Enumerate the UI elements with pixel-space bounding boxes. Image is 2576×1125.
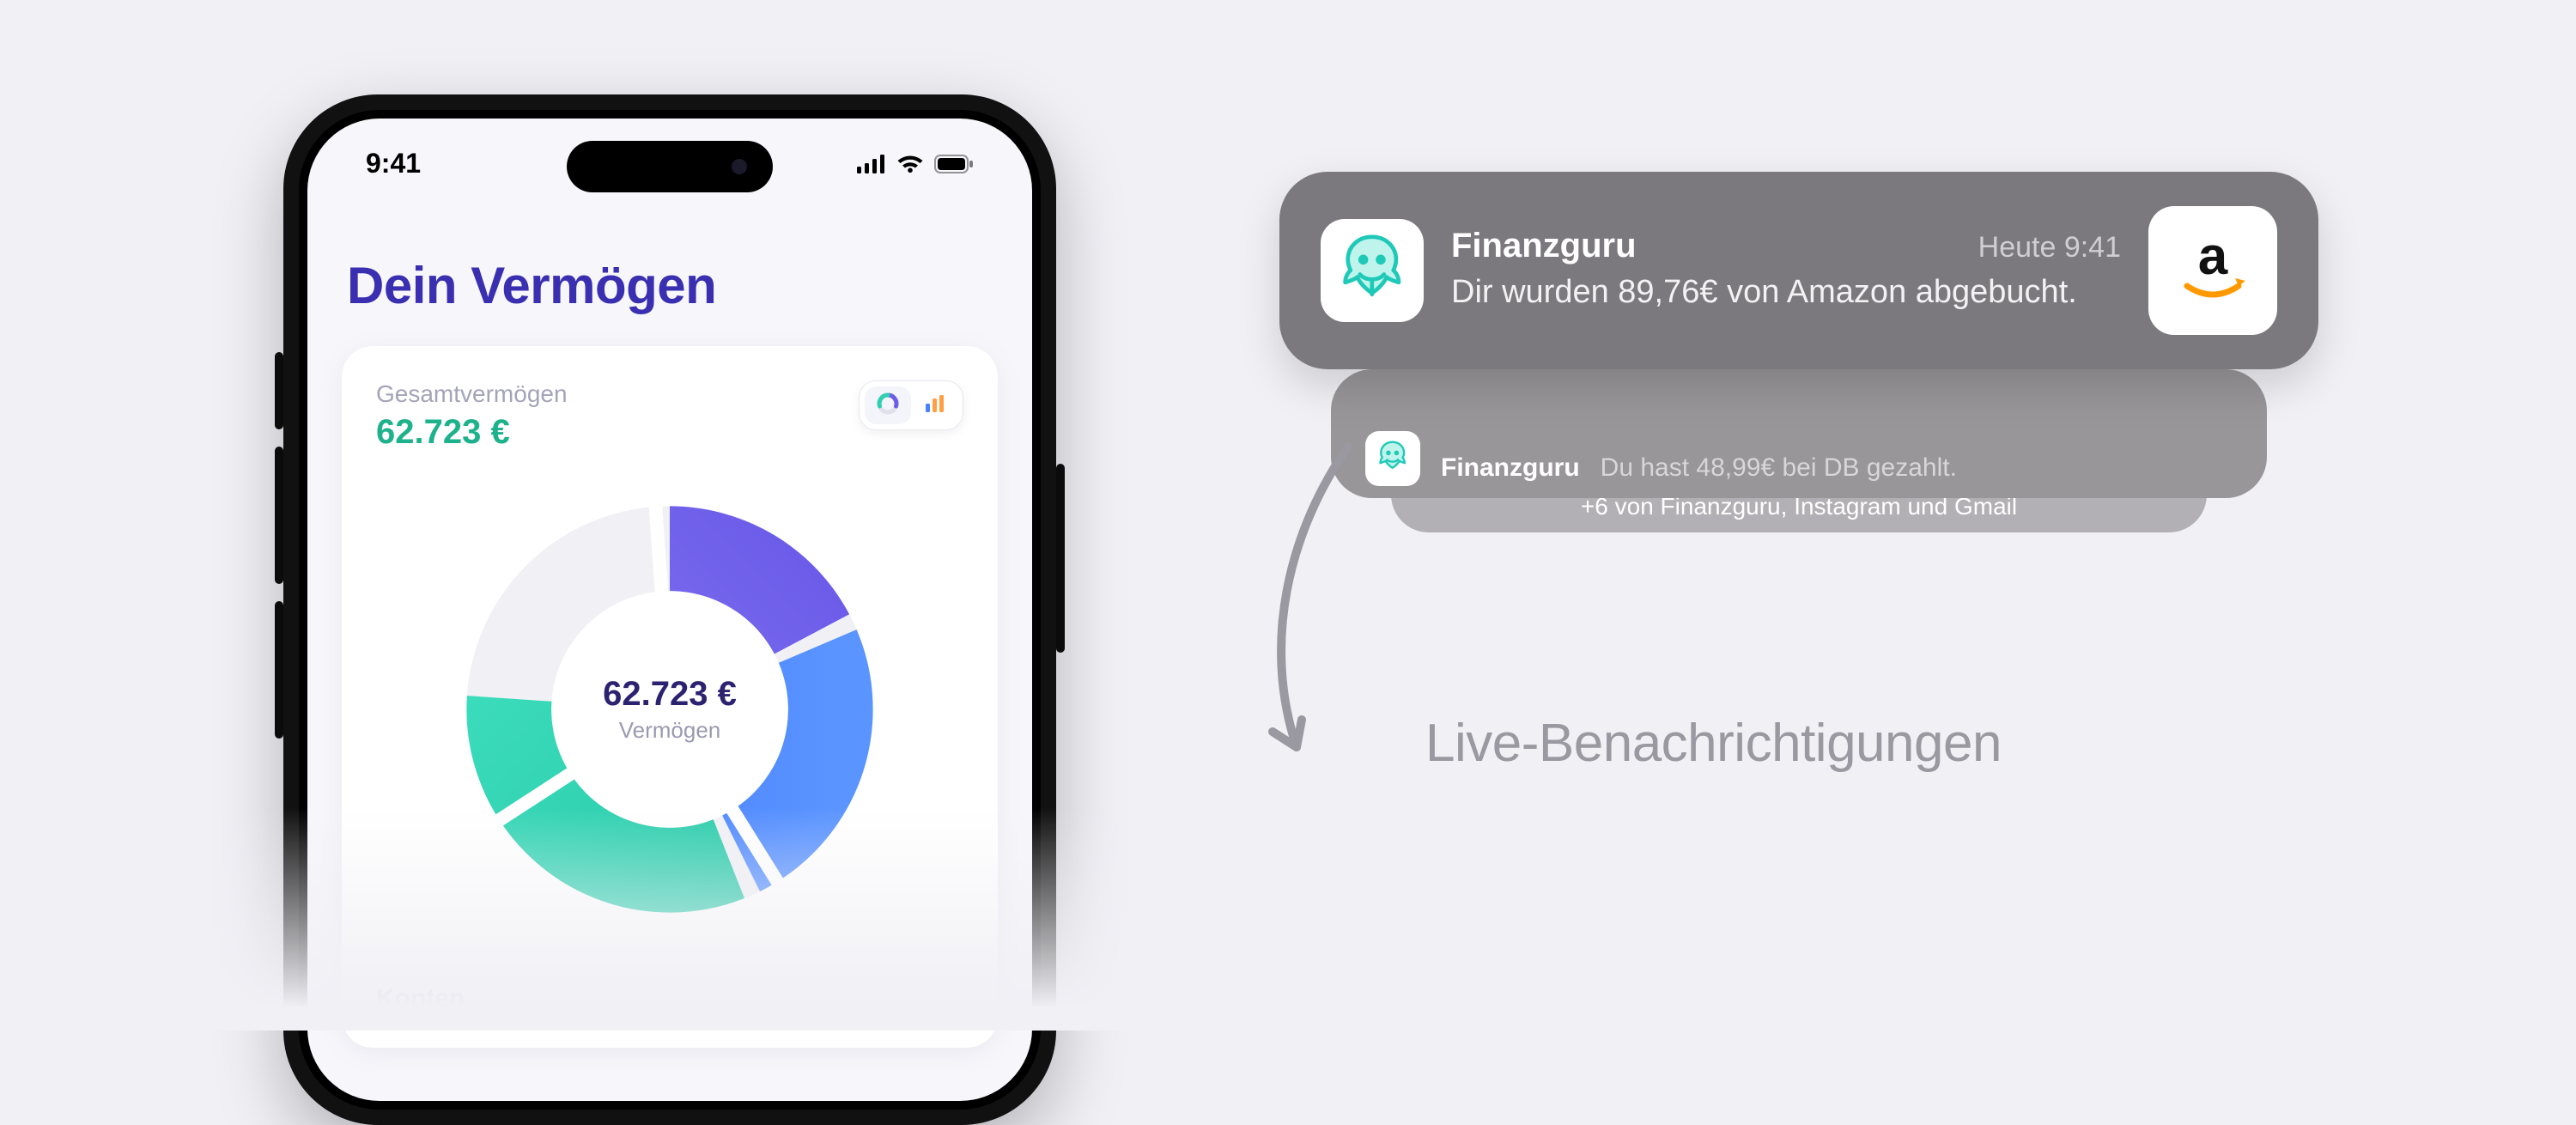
wealth-subtitle: Gesamtvermögen xyxy=(376,380,568,408)
phone-mockup: 9:41 Dein Vermögen xyxy=(283,94,1056,1125)
notification-thumbnail: a xyxy=(2148,206,2277,335)
chart-view-toggle xyxy=(859,380,963,430)
status-time: 9:41 xyxy=(366,148,421,179)
notification-secondary[interactable]: Finanzguru Du hast 48,99€ bei DB gezahlt… xyxy=(1331,369,2267,498)
svg-text:a: a xyxy=(2198,227,2228,286)
page-title: Dein Vermögen xyxy=(347,256,998,315)
wifi-icon xyxy=(896,155,924,173)
notification-time: Heute 9:41 xyxy=(1978,231,2121,265)
notification-app-name: Finanzguru xyxy=(1451,227,1637,265)
phone-volume-up xyxy=(275,447,283,584)
feature-caption: Live-Benachrichtigungen xyxy=(1425,713,2002,774)
donut-center-label: Vermögen xyxy=(603,717,737,744)
phone-volume-down xyxy=(275,601,283,739)
donut-view-button[interactable] xyxy=(865,386,911,424)
donut-center: 62.723 € Vermögen xyxy=(603,675,737,744)
donut-center-amount: 62.723 € xyxy=(603,675,737,714)
battery-icon xyxy=(934,155,974,173)
bar-chart-icon xyxy=(922,392,946,420)
bar-view-button[interactable] xyxy=(911,386,957,424)
notification-secondary-app: Finanzguru xyxy=(1441,453,1580,483)
wealth-amount: 62.723 € xyxy=(376,413,568,452)
phone-silent-switch xyxy=(275,352,283,429)
donut-chart-icon xyxy=(876,392,900,420)
notification-message: Dir wurden 89,76€ von Amazon abgebucht. xyxy=(1451,271,2121,314)
notification-secondary-message: Du hast 48,99€ bei DB gezahlt. xyxy=(1601,453,1957,483)
dynamic-island xyxy=(567,141,773,192)
wealth-card: Gesamtvermögen 62.723 € xyxy=(342,346,998,1048)
finanzguru-app-icon xyxy=(1321,219,1424,322)
callout-arrow-icon xyxy=(1168,429,1391,790)
cellular-signal-icon xyxy=(857,155,886,173)
notification-primary[interactable]: Finanzguru Heute 9:41 Dir wurden 89,76€ … xyxy=(1279,172,2318,369)
phone-power-button xyxy=(1056,464,1065,653)
amazon-logo-icon: a xyxy=(2170,226,2256,316)
accounts-section-label: Konten xyxy=(376,984,963,1013)
